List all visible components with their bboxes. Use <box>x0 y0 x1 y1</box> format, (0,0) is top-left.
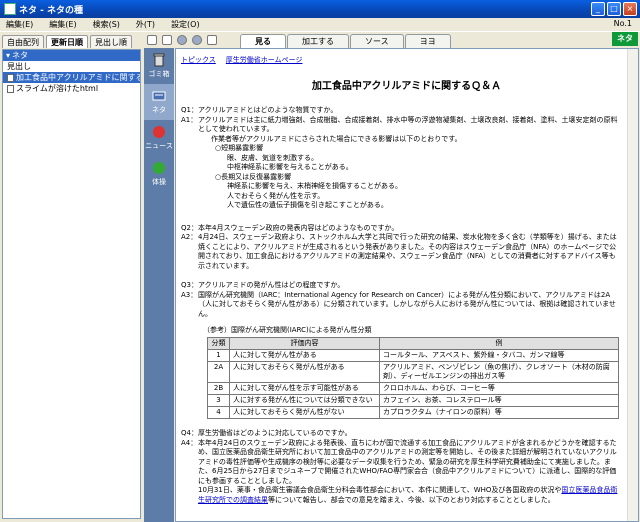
window-title: ネタ - ネタの種 <box>19 5 84 16</box>
title-bar: ネタ - ネタの種 _ □ × <box>0 0 640 18</box>
question-3: Q3： アクリルアミドの発がん性はどの程度ですか。 <box>181 281 345 289</box>
tab-extra[interactable]: ヨヨ <box>404 34 451 48</box>
folder-icon: ▾ <box>6 51 11 60</box>
record-number: No.1 <box>613 19 632 28</box>
table-row: 4 人に対しておそらく発がん性がない カプロラクタム（ナイロンの原料）等 <box>207 406 619 419</box>
answer-1-detail: 作業者等がアクリルアミドにさらされた場合にできる影響は以下のとおりです。 ○短期… <box>211 134 462 210</box>
maximize-button[interactable]: □ <box>607 2 621 16</box>
answer-4: A4： 本年4月24日のスウェーデン政府による発表後、直ちにわが国で流通する加工食… <box>181 438 617 485</box>
forward-icon[interactable] <box>192 35 202 45</box>
side-exercise-button[interactable]: 体操 <box>144 156 174 192</box>
menu-tools[interactable]: 外(T) <box>130 19 165 30</box>
tab-heading-order[interactable]: 見出し順 <box>90 35 132 48</box>
tree-root[interactable]: ▾ ネタ <box>3 50 140 61</box>
table-row: 2A 人に対しておそらく発がん性がある アクリルアミド、ベンゾピレン（魚の焦げ）、ク… <box>207 361 619 383</box>
close-button[interactable]: × <box>623 2 637 16</box>
minimize-button[interactable]: _ <box>591 2 605 16</box>
menu-search[interactable]: 検索(S) <box>87 19 130 30</box>
trash-icon <box>153 53 165 67</box>
document-icon <box>7 73 14 82</box>
tab-source[interactable]: ソース <box>350 34 404 48</box>
topics-link[interactable]: トピックス <box>181 55 216 65</box>
menu-bar: 編集(E) 編集(E) 検索(S) 外(T) 設定(O) No.1 <box>0 18 640 32</box>
menu-file[interactable]: 編集(E) <box>0 19 43 30</box>
view-tabs: 見る 加工する ソース ヨヨ <box>240 34 451 48</box>
menu-settings[interactable]: 設定(O) <box>165 19 210 30</box>
carcinogen-table: 分類 評価内容 例 1 人に対して発がん性がある コールタール、アスベスト、紫外線・… <box>207 337 619 419</box>
tree-item[interactable]: 見出し <box>3 61 140 72</box>
tree-item[interactable]: 加工食品中アクリルアミドに関するＱ＆Ａ.html <box>3 72 140 83</box>
vertical-scrollbar[interactable] <box>627 49 638 521</box>
back-icon[interactable] <box>177 35 187 45</box>
side-neta-button[interactable]: ネタ <box>144 84 174 120</box>
question-1: Q1： アクリルアミドとはどのような物質ですか。 <box>181 106 338 114</box>
news-icon <box>153 126 165 138</box>
menu-edit[interactable]: 編集(E) <box>43 19 86 30</box>
document-icon <box>7 84 14 93</box>
tab-update-date[interactable]: 更新日順 <box>46 35 88 48</box>
left-pane: 自由配列 更新日順 見出し順 ▾ネタ 見出し 加工食品中アクリルアミドに関するＱ… <box>0 32 143 522</box>
note-icon <box>152 91 166 101</box>
tab-edit[interactable]: 加工する <box>287 34 349 48</box>
exercise-icon <box>153 162 165 174</box>
trash-icon[interactable] <box>162 35 172 45</box>
document-view: トピックス 厚生労働省ホームページ 加工食品中アクリルアミドに関するＱ＆Ａ Q1… <box>175 48 639 522</box>
app-icon <box>4 3 16 15</box>
mhlw-home-link[interactable]: 厚生労働省ホームページ <box>226 55 303 65</box>
table-row: 2B 人に対して発がん性を示す可能性がある クロロホルム、わらび、コーヒー等 <box>207 382 619 395</box>
tree-item[interactable]: スライムが溶けたhtml <box>3 83 140 94</box>
table-row: 1 人に対して発がん性がある コールタール、アスベスト、紫外線・タバコ、ガンマ線等 <box>207 349 619 362</box>
answer-4-continued: 10月31日、薬事・食品衛生審議会食品衛生分科会毒性部会において、本件に関連して… <box>198 486 618 504</box>
question-2: Q2： 本年4月スウェーデン政府の発表内容はどのようなものですか。 <box>181 223 399 232</box>
answer-2: A2： 4月24日、スウェーデン政府より、ストックホルム大学と共同で行った研究の結… <box>181 233 617 270</box>
table-header: 分類 <box>207 337 230 350</box>
side-toolbar: ゴミ箱 ネタ ニュース 体操 <box>144 48 174 522</box>
table-header: 評価内容 <box>229 337 380 350</box>
app-logo: ネタ <box>612 32 638 46</box>
answer-1: A1： アクリルアミドは主に紙力増強剤、合成樹脂、合成接着剤、排水中等の浮遊物凝集… <box>181 115 618 134</box>
tab-view[interactable]: 見る <box>240 34 286 48</box>
new-note-icon[interactable] <box>147 35 157 45</box>
answer-3: A3： 国際がん研究機関（IARC：International Agency fo… <box>181 290 616 318</box>
page-title: 加工食品中アクリルアミドに関するＱ＆Ａ <box>311 81 502 92</box>
table-row: 3 人に対する発がん性については分類できない カフェイン、お茶、コレステロール等 <box>207 394 619 407</box>
side-trash-button[interactable]: ゴミ箱 <box>144 48 174 84</box>
note-tree: ▾ネタ 見出し 加工食品中アクリルアミドに関するＱ＆Ａ.html スライムが溶け… <box>2 49 141 519</box>
table-caption: （参考）国際がん研究機関(IARC)による発がん性分類 <box>203 326 372 334</box>
tab-free-order[interactable]: 自由配列 <box>2 35 44 48</box>
table-header: 例 <box>379 337 619 350</box>
side-news-button[interactable]: ニュース <box>144 120 174 156</box>
pen-icon[interactable] <box>207 35 217 45</box>
question-4: Q4： 厚生労働省はどのように対応しているのですか。 <box>181 429 352 437</box>
